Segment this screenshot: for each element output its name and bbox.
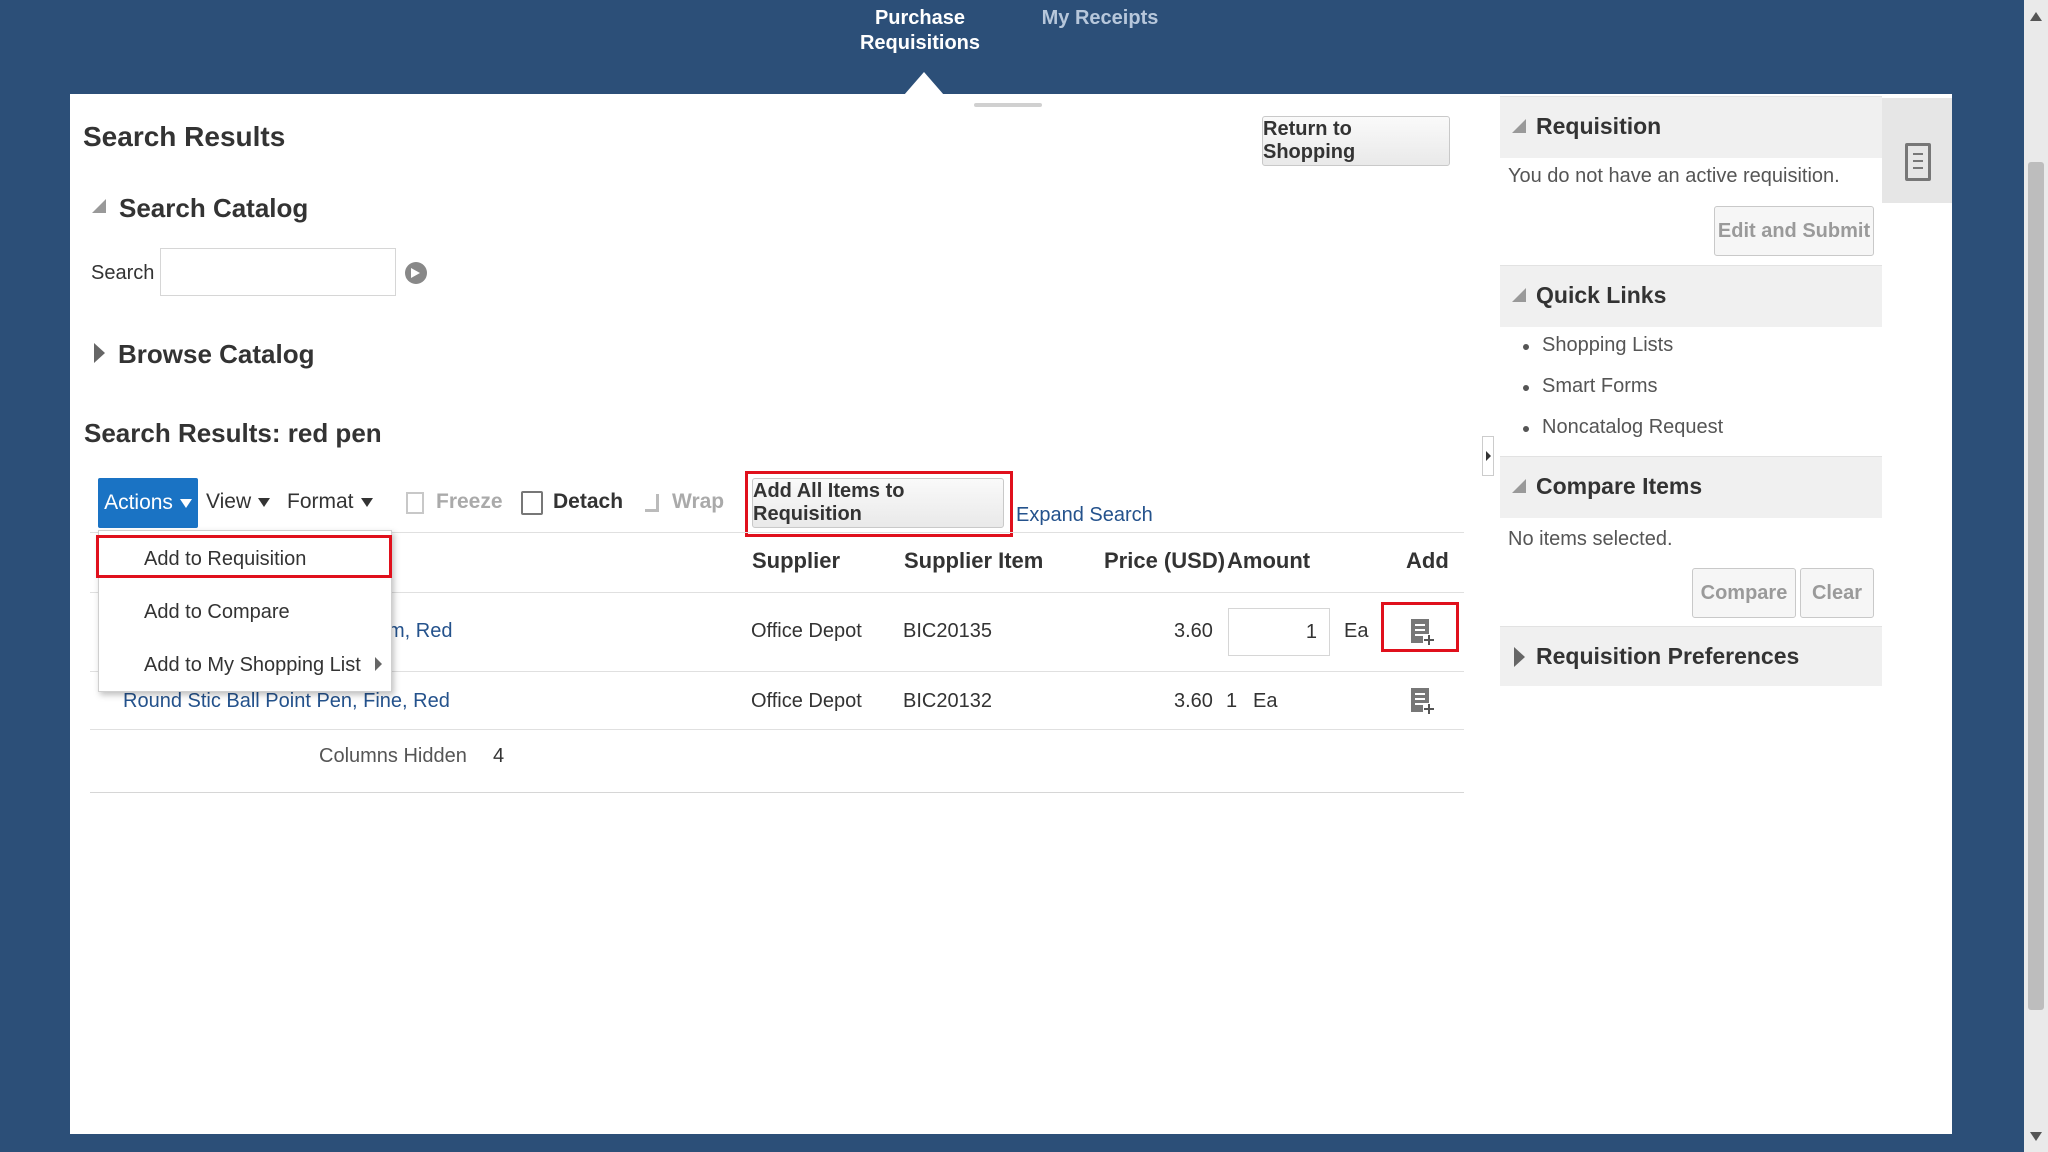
row1-supplier: Office Depot xyxy=(751,620,862,642)
detach-button[interactable]: Detach xyxy=(553,490,623,514)
expand-search-link[interactable]: Expand Search xyxy=(1016,504,1153,527)
bullet-icon xyxy=(1523,385,1529,391)
collapse-triangle-icon xyxy=(1512,288,1526,302)
col-header-supplier: Supplier xyxy=(752,548,841,573)
detach-icon xyxy=(521,491,543,515)
row1-supplier-item: BIC20135 xyxy=(903,620,992,642)
search-catalog-header[interactable]: Search Catalog xyxy=(119,193,308,224)
active-tab-pointer xyxy=(904,72,944,95)
row2-price: 3.60 xyxy=(1174,690,1213,712)
collapse-triangle-icon xyxy=(1512,479,1526,493)
requisition-header: Requisition xyxy=(1536,113,1662,139)
compare-items-message: No items selected. xyxy=(1508,528,1673,550)
collapse-sidebar-toggle[interactable] xyxy=(1482,436,1494,476)
scroll-down-arrow-icon[interactable] xyxy=(2030,1132,2042,1141)
format-menu-button[interactable]: Format xyxy=(287,490,373,514)
document-icon[interactable] xyxy=(1905,143,1931,181)
freeze-icon xyxy=(406,492,424,514)
row1-price: 3.60 xyxy=(1174,620,1213,642)
row2-supplier-item: BIC20132 xyxy=(903,690,992,712)
quick-link-shopping-lists[interactable]: Shopping Lists xyxy=(1542,334,1673,357)
row2-bottom-line xyxy=(90,729,1464,730)
row2-uom: Ea xyxy=(1253,690,1278,712)
scrollbar-thumb[interactable] xyxy=(2028,162,2044,1010)
search-label: Search xyxy=(91,262,155,284)
bullet-icon xyxy=(1523,344,1529,350)
tab-purchase-line2: Requisitions xyxy=(859,32,980,54)
go-arrow-icon[interactable] xyxy=(405,262,427,284)
chevron-down-icon xyxy=(258,497,271,507)
requisition-section-header[interactable]: Requisition xyxy=(1500,96,1882,158)
wrap-icon xyxy=(645,494,659,512)
tab-purchase-requisitions[interactable]: Purchase Requisitions xyxy=(852,6,988,56)
row1-uom: Ea xyxy=(1344,620,1369,642)
add-all-highlight xyxy=(745,471,1013,537)
quick-link-noncatalog-request[interactable]: Noncatalog Request xyxy=(1542,416,1723,439)
drag-handle[interactable] xyxy=(974,103,1042,107)
collapse-search-catalog-icon[interactable] xyxy=(92,199,106,213)
format-label: Format xyxy=(287,490,354,513)
browse-catalog-header[interactable]: Browse Catalog xyxy=(118,339,315,370)
row2-amount: 1 xyxy=(1226,690,1238,712)
actions-menu-button[interactable]: Actions xyxy=(98,478,198,528)
row2-supplier: Office Depot xyxy=(751,690,862,712)
add-to-requisition-highlight xyxy=(96,535,392,578)
col-header-amount: Amount xyxy=(1227,548,1311,573)
compare-items-section-header[interactable]: Compare Items xyxy=(1500,456,1882,518)
search-input[interactable] xyxy=(160,248,396,296)
compare-items-header: Compare Items xyxy=(1536,473,1703,499)
compare-button[interactable]: Compare xyxy=(1692,568,1796,618)
clear-button[interactable]: Clear xyxy=(1800,568,1874,618)
scroll-up-arrow-icon[interactable] xyxy=(2030,12,2042,21)
columns-hidden-count: 4 xyxy=(493,745,505,767)
requisition-preferences-section-header[interactable]: Requisition Preferences xyxy=(1500,626,1882,686)
row1-amount-input[interactable]: 1 xyxy=(1228,608,1330,656)
row2-description-link[interactable]: Round Stic Ball Point Pen, Fine, Red xyxy=(123,690,450,713)
menu-add-to-compare[interactable]: Add to Compare xyxy=(144,601,290,624)
requisition-preferences-header: Requisition Preferences xyxy=(1536,643,1800,669)
submenu-arrow-icon xyxy=(375,657,382,671)
tab-my-receipts[interactable]: My Receipts xyxy=(1040,6,1160,31)
return-to-shopping-button[interactable]: Return to Shopping xyxy=(1262,116,1450,166)
table-bottom-line xyxy=(90,792,1464,793)
row1-add-highlight xyxy=(1381,602,1459,652)
edit-and-submit-button[interactable]: Edit and Submit xyxy=(1714,206,1874,256)
freeze-button[interactable]: Freeze xyxy=(436,490,503,514)
collapse-triangle-icon xyxy=(1512,119,1526,133)
quick-links-header: Quick Links xyxy=(1536,282,1667,308)
expand-triangle-icon xyxy=(1514,647,1525,667)
results-header: Search Results: red pen xyxy=(84,418,382,448)
chevron-down-icon xyxy=(360,497,373,507)
col-header-add: Add xyxy=(1406,548,1449,573)
expand-browse-catalog-icon[interactable] xyxy=(94,343,105,363)
chevron-down-icon xyxy=(179,498,192,508)
wrap-button[interactable]: Wrap xyxy=(672,490,724,514)
bullet-icon xyxy=(1523,426,1529,432)
requisition-message: You do not have an active requisition. xyxy=(1508,165,1840,187)
page-title: Search Results xyxy=(83,121,286,152)
quick-links-section-header[interactable]: Quick Links xyxy=(1500,265,1882,327)
view-menu-button[interactable]: View xyxy=(206,490,271,514)
quick-link-smart-forms[interactable]: Smart Forms xyxy=(1542,375,1658,398)
tab-purchase-line1: Purchase xyxy=(874,7,966,29)
menu-add-to-shopping-list[interactable]: Add to My Shopping List xyxy=(144,654,361,677)
row2-add-to-requisition-icon[interactable] xyxy=(1411,688,1435,715)
col-header-supplier-item: Supplier Item xyxy=(904,548,1044,573)
columns-hidden-label: Columns Hidden xyxy=(319,745,467,767)
col-header-price: Price (USD) xyxy=(1104,548,1226,573)
view-label: View xyxy=(206,490,252,513)
actions-label: Actions xyxy=(104,491,173,514)
row1-description-link[interactable]: m, Red xyxy=(388,620,452,643)
